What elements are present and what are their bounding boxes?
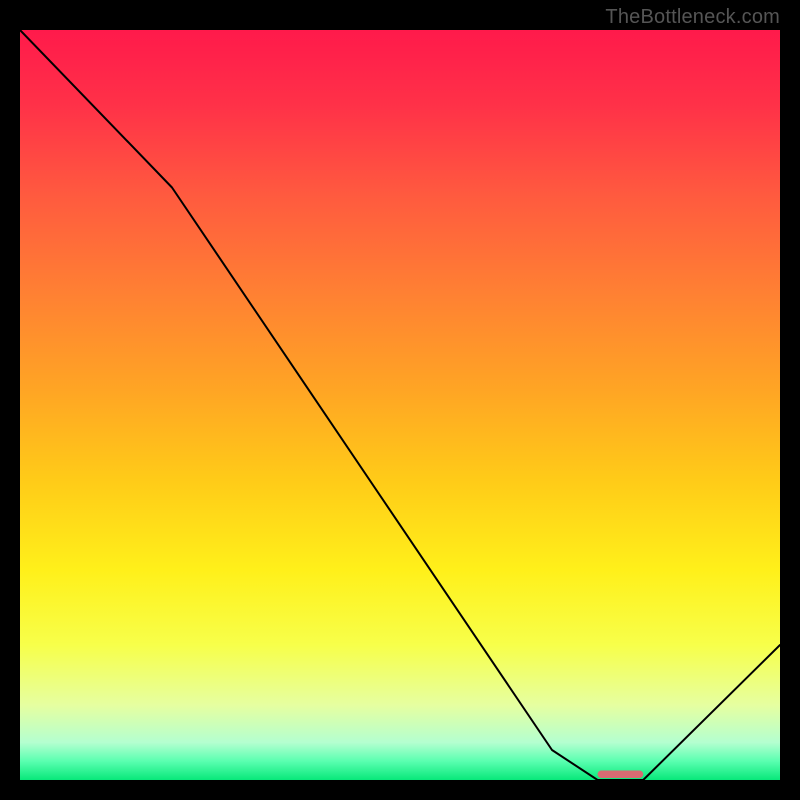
watermark-text: TheBottleneck.com [605, 6, 780, 29]
gradient-background [20, 30, 780, 780]
optimal-range-marker [598, 771, 644, 779]
chart-container: TheBottleneck.com [0, 0, 800, 800]
chart-plot [20, 30, 780, 780]
